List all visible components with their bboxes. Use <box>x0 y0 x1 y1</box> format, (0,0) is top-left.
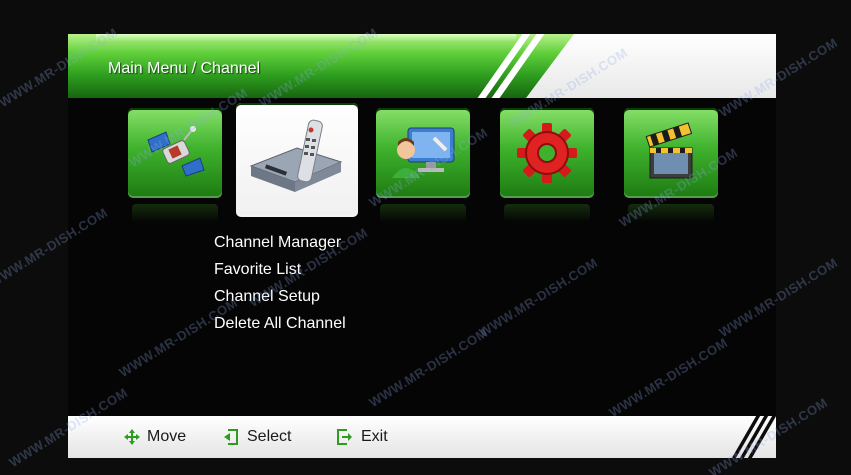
header-bar: Main Menu / Channel <box>68 34 776 98</box>
footer-bar: Move Select Exit <box>68 416 777 458</box>
submenu-item-favorite-list[interactable]: Favorite List <box>214 256 346 283</box>
media-tile[interactable] <box>624 108 718 222</box>
user-settings-icon <box>392 127 455 178</box>
channel-tile-selected[interactable] <box>236 103 358 217</box>
submenu-item-channel-setup[interactable]: Channel Setup <box>214 283 346 310</box>
select-hint: Select <box>222 416 291 458</box>
gear-icon <box>517 123 577 183</box>
move-hint: Move <box>124 416 186 458</box>
channel-submenu: Channel Manager Favorite List Channel Se… <box>214 229 346 337</box>
installation-tile[interactable] <box>128 108 222 222</box>
page-title: Main Menu / Channel <box>108 60 261 77</box>
clapperboard-icon <box>645 122 693 179</box>
exit-icon <box>337 429 352 445</box>
submenu-item-delete-all-channel[interactable]: Delete All Channel <box>214 310 346 337</box>
select-label: Select <box>247 428 292 445</box>
main-menu-icons <box>68 103 776 224</box>
tv-screen: Main Menu / Channel Channel Manager Favo… <box>68 34 777 458</box>
tools-tile[interactable] <box>500 108 594 222</box>
exit-hint: Exit <box>336 416 388 458</box>
receiver-remote-icon <box>249 119 343 192</box>
move-arrows-icon <box>124 429 140 445</box>
move-label: Move <box>147 428 187 445</box>
submenu-item-channel-manager[interactable]: Channel Manager <box>214 229 346 256</box>
satellite-icon <box>147 126 205 177</box>
select-enter-icon <box>224 429 238 445</box>
exit-label: Exit <box>361 428 388 445</box>
system-tile[interactable] <box>376 108 470 222</box>
